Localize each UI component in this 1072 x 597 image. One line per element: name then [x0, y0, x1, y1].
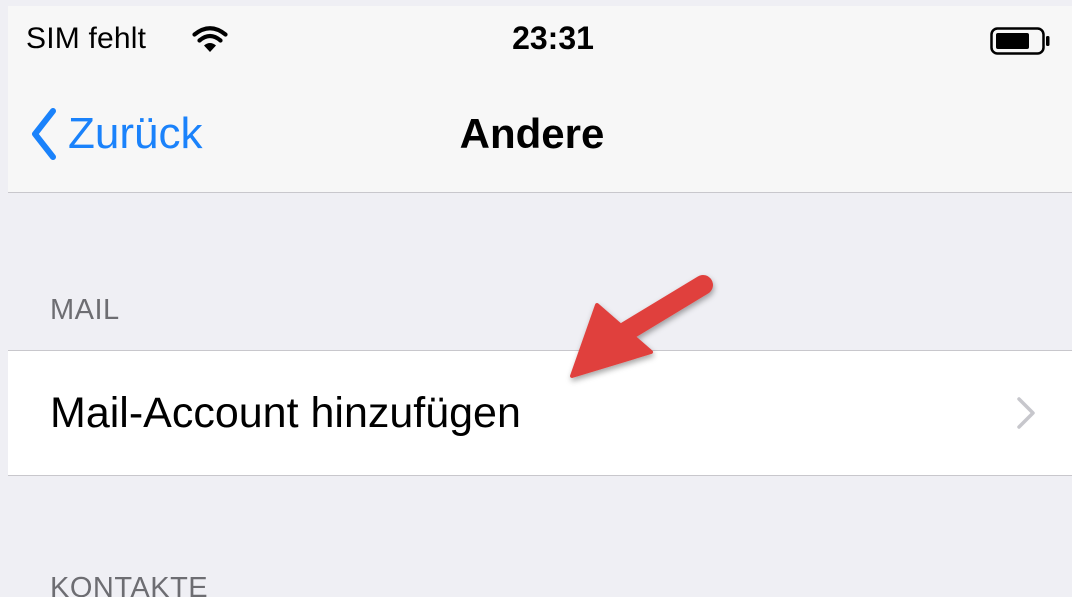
add-mail-account-label: Mail-Account hinzufügen — [50, 389, 521, 437]
navigation-bar: Zurück Andere — [8, 72, 1072, 192]
status-time: 23:31 — [512, 20, 594, 56]
page-title: Andere — [459, 110, 605, 157]
settings-screen: SIM fehlt 23:31 Zurück Andere MAIL Mail-… — [0, 0, 1072, 597]
battery-icon — [990, 27, 1050, 55]
status-bar: SIM fehlt 23:31 — [8, 6, 1072, 72]
top-bar: SIM fehlt 23:31 Zurück Andere — [8, 6, 1072, 193]
section-header-mail: MAIL — [50, 294, 120, 326]
section-header-contacts: KONTAKTE — [50, 572, 209, 597]
chevron-right-icon — [1017, 397, 1035, 429]
add-mail-account-row[interactable]: Mail-Account hinzufügen — [8, 350, 1072, 476]
